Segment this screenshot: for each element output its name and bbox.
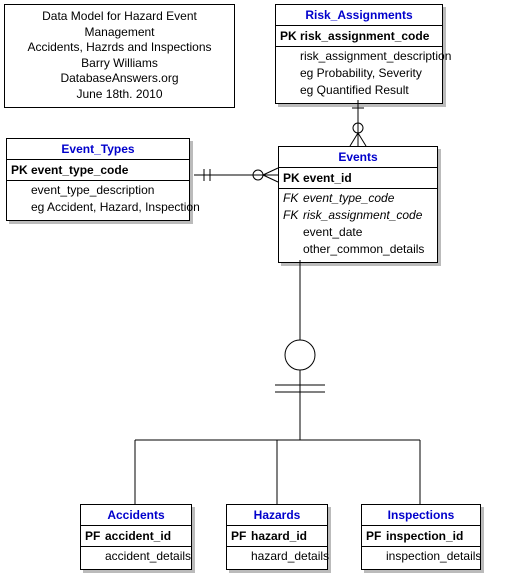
entity-risk-assignments: Risk_Assignments PK risk_assignment_code… (275, 4, 443, 104)
attr-row: accident_details (81, 548, 191, 565)
attr-row: hazard_details (227, 548, 327, 565)
attr-row: PK risk_assignment_code (276, 28, 442, 45)
attr-name: event_type_code (31, 163, 183, 178)
attr-name: inspection_id (386, 529, 474, 544)
attr-row: inspection_details (362, 548, 480, 565)
key-label: PF (366, 529, 386, 544)
attr-name: event_type_description (31, 183, 183, 198)
attr-row: PF inspection_id (362, 528, 480, 545)
attr-name: risk_assignment_code (300, 29, 436, 44)
attr-row: eg Accident, Hazard, Inspection (7, 199, 189, 216)
attr-name: eg Accident, Hazard, Inspection (31, 200, 200, 215)
entity-hazards: Hazards PF hazard_id hazard_details (226, 504, 328, 570)
info-line: Barry Williams (11, 56, 228, 72)
attr-name: eg Quantified Result (300, 83, 436, 98)
entity-title: Events (279, 147, 437, 168)
entity-accidents: Accidents PF accident_id accident_detail… (80, 504, 192, 570)
entity-title: Inspections (362, 505, 480, 526)
attr-name: risk_assignment_code (303, 208, 431, 223)
key-label: PK (11, 163, 31, 178)
attr-row: PF accident_id (81, 528, 191, 545)
info-line: DatabaseAnswers.org (11, 71, 228, 87)
key-label: PF (231, 529, 251, 544)
entity-events: Events PK event_id FK event_type_code FK… (278, 146, 438, 263)
key-label: PF (85, 529, 105, 544)
attr-name: hazard_details (251, 549, 329, 564)
key-label: PK (280, 29, 300, 44)
attr-name: event_date (303, 225, 431, 240)
entity-inspections: Inspections PF inspection_id inspection_… (361, 504, 481, 570)
attr-name: accident_details (105, 549, 191, 564)
attr-row: event_type_description (7, 182, 189, 199)
info-box: Data Model for Hazard Event Management A… (4, 4, 235, 108)
attr-name: event_type_code (303, 191, 431, 206)
attr-row: FK event_type_code (279, 190, 437, 207)
entity-title: Risk_Assignments (276, 5, 442, 26)
connector-eventtypes-to-events (194, 168, 278, 182)
attr-name: hazard_id (251, 529, 321, 544)
info-line: Data Model for Hazard Event Management (11, 9, 228, 40)
key-label: FK (283, 208, 303, 223)
attr-name: inspection_details (386, 549, 481, 564)
entity-title: Accidents (81, 505, 191, 526)
attr-name: accident_id (105, 529, 185, 544)
attr-row: PF hazard_id (227, 528, 327, 545)
attr-row: FK risk_assignment_code (279, 207, 437, 224)
info-line: Accidents, Hazrds and Inspections (11, 40, 228, 56)
attr-name: other_common_details (303, 242, 431, 257)
attr-row: PK event_type_code (7, 162, 189, 179)
key-label: PK (283, 171, 303, 186)
attr-row: risk_assignment_description (276, 48, 442, 65)
attr-row: PK event_id (279, 170, 437, 187)
entity-event-types: Event_Types PK event_type_code event_typ… (6, 138, 190, 221)
entity-title: Event_Types (7, 139, 189, 160)
attr-row: eg Probability, Severity (276, 65, 442, 82)
key-label: FK (283, 191, 303, 206)
attr-row: event_date (279, 224, 437, 241)
info-line: June 18th. 2010 (11, 87, 228, 103)
attr-row: eg Quantified Result (276, 82, 442, 99)
connector-events-subtypes (135, 260, 420, 504)
attr-name: event_id (303, 171, 431, 186)
attr-name: risk_assignment_description (300, 49, 451, 64)
attr-name: eg Probability, Severity (300, 66, 436, 81)
entity-title: Hazards (227, 505, 327, 526)
attr-row: other_common_details (279, 241, 437, 258)
